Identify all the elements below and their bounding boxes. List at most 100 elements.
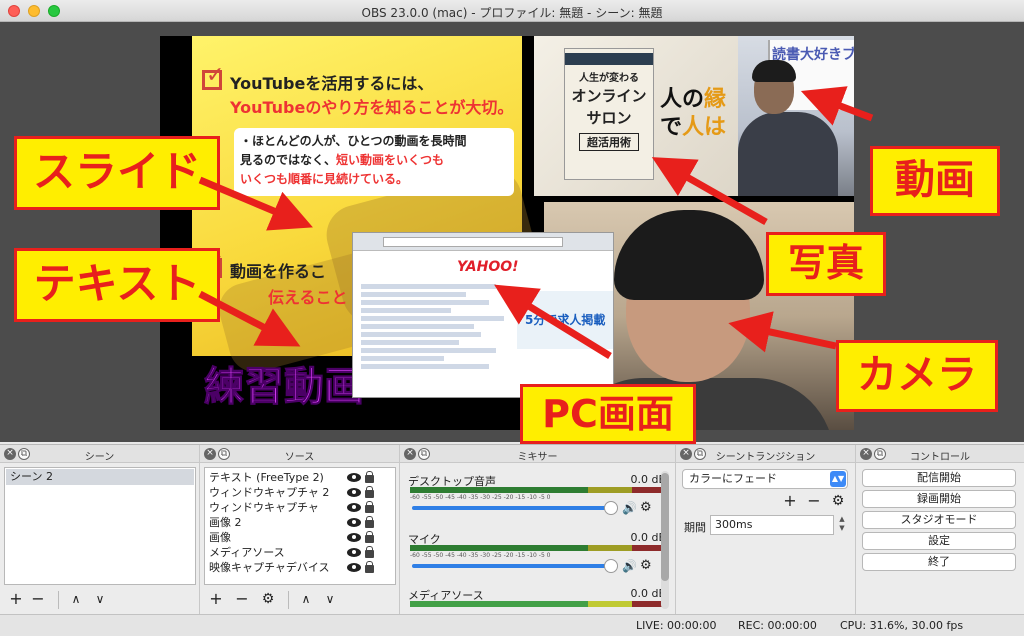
preview-canvas[interactable]: ✓ YouTubeを活用するには、 YouTubeのやり方を知ることが大切。 ・… bbox=[160, 36, 854, 430]
scene-list[interactable]: シーン 2 bbox=[4, 467, 196, 585]
mixer-channel-media: メディアソース 0.0 dB bbox=[408, 587, 666, 611]
yahoo-logo: YAHOO! bbox=[457, 259, 519, 275]
lock-icon[interactable] bbox=[365, 501, 374, 513]
visibility-eye-icon[interactable] bbox=[347, 488, 361, 497]
speaker-icon[interactable]: 🔊 bbox=[622, 501, 637, 515]
move-scene-up-button[interactable]: ∧ bbox=[68, 589, 84, 611]
move-source-up-button[interactable]: ∧ bbox=[298, 589, 314, 611]
gear-icon[interactable]: ⚙ bbox=[640, 558, 652, 573]
calligraphy-art: 人の縁 で人は bbox=[660, 86, 730, 176]
sources-dock-header: × ⧉ ソース bbox=[200, 445, 399, 463]
scene-item[interactable]: シーン 2 bbox=[6, 469, 194, 485]
source-item[interactable]: 画像 bbox=[209, 530, 231, 545]
slide-bullet-line2a: 見るのではなく、 bbox=[240, 153, 337, 167]
slide-heading-line2: YouTubeのやり方を知ることが大切。 bbox=[230, 98, 514, 117]
volume-meter bbox=[410, 601, 666, 607]
transition-select[interactable]: カラーにフェード ▲▼ bbox=[682, 469, 848, 489]
move-source-down-button[interactable]: ∨ bbox=[322, 589, 338, 611]
volume-slider-track[interactable] bbox=[412, 506, 608, 510]
mixer-dock-header: × ⧉ ミキサー bbox=[400, 445, 675, 463]
add-source-button[interactable]: + bbox=[208, 589, 224, 611]
source-item[interactable]: ウィンドウキャプチャ bbox=[209, 500, 319, 515]
add-transition-button[interactable]: + bbox=[782, 491, 798, 513]
preview-area[interactable]: ✓ YouTubeを活用するには、 YouTubeのやり方を知ることが大切。 ・… bbox=[0, 22, 1024, 444]
browser-url-bar bbox=[383, 237, 563, 247]
dock-area: × ⧉ シーン シーン 2 + − ∧ ∨ × ⧉ ソース テキスト (Free… bbox=[0, 444, 1024, 615]
controls-dock-header: × ⧉ コントロール bbox=[856, 445, 1024, 463]
mixer-channel-mic: マイク 0.0 dB -60 -55 -50 -45 -40 -35 -30 -… bbox=[408, 531, 666, 585]
visibility-eye-icon[interactable] bbox=[347, 518, 361, 527]
checkbox-icon: ✓ bbox=[202, 63, 224, 90]
book-band bbox=[565, 53, 653, 65]
source-item[interactable]: ウィンドウキャプチャ 2 bbox=[209, 485, 329, 500]
slide-heading-line1: YouTubeを活用するには、 bbox=[230, 74, 434, 93]
source-toolbar: + − ⚙ ∧ ∨ bbox=[204, 589, 396, 611]
visibility-eye-icon[interactable] bbox=[347, 548, 361, 557]
media-source-video[interactable]: 読書大好きブロガー bbox=[738, 36, 854, 196]
volume-slider-track[interactable] bbox=[412, 564, 608, 568]
controls-dock: × ⧉ コントロール 配信開始 録画開始 スタジオモード 設定 終了 bbox=[856, 445, 1024, 615]
lock-icon[interactable] bbox=[365, 531, 374, 543]
visibility-eye-icon[interactable] bbox=[347, 503, 361, 512]
browser-ad: 5分で求人掲載 bbox=[517, 291, 613, 349]
label-text: テキスト bbox=[14, 248, 220, 322]
visibility-eye-icon[interactable] bbox=[347, 533, 361, 542]
remove-transition-button[interactable]: − bbox=[806, 491, 822, 513]
sources-title: ソース bbox=[284, 452, 315, 463]
sources-dock: × ⧉ ソース テキスト (FreeType 2) ウィンドウキャプチャ 2 ウ… bbox=[200, 445, 400, 615]
start-streaming-button[interactable]: 配信開始 bbox=[862, 469, 1016, 487]
source-item[interactable]: 画像 2 bbox=[209, 515, 242, 530]
slide-bullet-line1: ・ほとんどの人が、ひとつの動画を長時間 bbox=[240, 134, 467, 148]
visibility-eye-icon[interactable] bbox=[347, 473, 361, 482]
remove-source-button[interactable]: − bbox=[234, 589, 250, 611]
speaker-icon[interactable]: 🔊 bbox=[622, 559, 637, 573]
book-cover: 人生が変わる オンライン サロン 超活用術 bbox=[564, 48, 654, 180]
source-properties-gear-icon[interactable]: ⚙ bbox=[260, 589, 276, 611]
lock-icon[interactable] bbox=[365, 561, 374, 573]
speaker-hair bbox=[752, 60, 796, 82]
mixer-channel-desktop: デスクトップ音声 0.0 dB -60 -55 -50 -45 -40 -35 … bbox=[408, 473, 666, 527]
lock-icon[interactable] bbox=[365, 471, 374, 483]
mixer-scrollbar-thumb[interactable] bbox=[661, 473, 669, 581]
source-item[interactable]: メディアソース bbox=[209, 545, 285, 560]
slide-subheading: 動画を作るこ bbox=[230, 262, 327, 281]
volume-slider-handle[interactable] bbox=[604, 559, 618, 573]
source-item[interactable]: 映像キャプチャデバイス bbox=[209, 560, 330, 575]
speaker-body bbox=[738, 112, 838, 196]
duration-input[interactable]: 300ms bbox=[710, 515, 834, 535]
source-item[interactable]: テキスト (FreeType 2) bbox=[209, 470, 324, 485]
lock-icon[interactable] bbox=[365, 546, 374, 558]
studio-mode-button[interactable]: スタジオモード bbox=[862, 511, 1016, 529]
exit-button[interactable]: 終了 bbox=[862, 553, 1016, 571]
window-capture-source[interactable]: YAHOO! 5分で求人掲載 bbox=[352, 232, 614, 398]
transition-selected: カラーにフェード bbox=[689, 472, 777, 485]
image-source-photo[interactable]: 人生が変わる オンライン サロン 超活用術 人の縁 で人は bbox=[534, 36, 738, 196]
lock-icon[interactable] bbox=[365, 486, 374, 498]
calligraphy-char: 縁 bbox=[704, 87, 727, 112]
remove-scene-button[interactable]: − bbox=[30, 589, 46, 611]
settings-button[interactable]: 設定 bbox=[862, 532, 1016, 550]
slide-bullet-line3: いくつも順番に見続けている。 bbox=[240, 172, 409, 186]
transitions-title: シーントランジション bbox=[715, 452, 816, 463]
transitions-dock-header: × ⧉ シーントランジション bbox=[676, 445, 855, 463]
move-scene-down-button[interactable]: ∨ bbox=[92, 589, 108, 611]
duration-stepper[interactable]: ▲ ▼ bbox=[836, 515, 848, 535]
cpu-status: CPU: 31.6%, 30.00 fps bbox=[840, 619, 964, 632]
scenes-dock-header: × ⧉ シーン bbox=[0, 445, 199, 463]
transition-toolbar: + − ⚙ bbox=[782, 491, 852, 511]
freetype-text-source[interactable]: 練習動画 bbox=[204, 354, 365, 412]
source-list[interactable]: テキスト (FreeType 2) ウィンドウキャプチャ 2 ウィンドウキャプチ… bbox=[204, 467, 396, 585]
gear-icon[interactable]: ⚙ bbox=[640, 500, 652, 515]
transitions-dock: × ⧉ シーントランジション カラーにフェード ▲▼ + − ⚙ 期間 300m… bbox=[676, 445, 856, 615]
lock-icon[interactable] bbox=[365, 516, 374, 528]
label-video: 動画 bbox=[870, 146, 1000, 216]
visibility-eye-icon[interactable] bbox=[347, 563, 361, 572]
book-line4: 超活用術 bbox=[579, 133, 639, 151]
add-scene-button[interactable]: + bbox=[8, 589, 24, 611]
transition-properties-gear-icon[interactable]: ⚙ bbox=[830, 491, 846, 513]
label-slide: スライド bbox=[14, 136, 220, 210]
calligraphy-char: で bbox=[660, 115, 683, 140]
mixer-scrollbar[interactable] bbox=[661, 471, 669, 609]
start-recording-button[interactable]: 録画開始 bbox=[862, 490, 1016, 508]
volume-slider-handle[interactable] bbox=[604, 501, 618, 515]
